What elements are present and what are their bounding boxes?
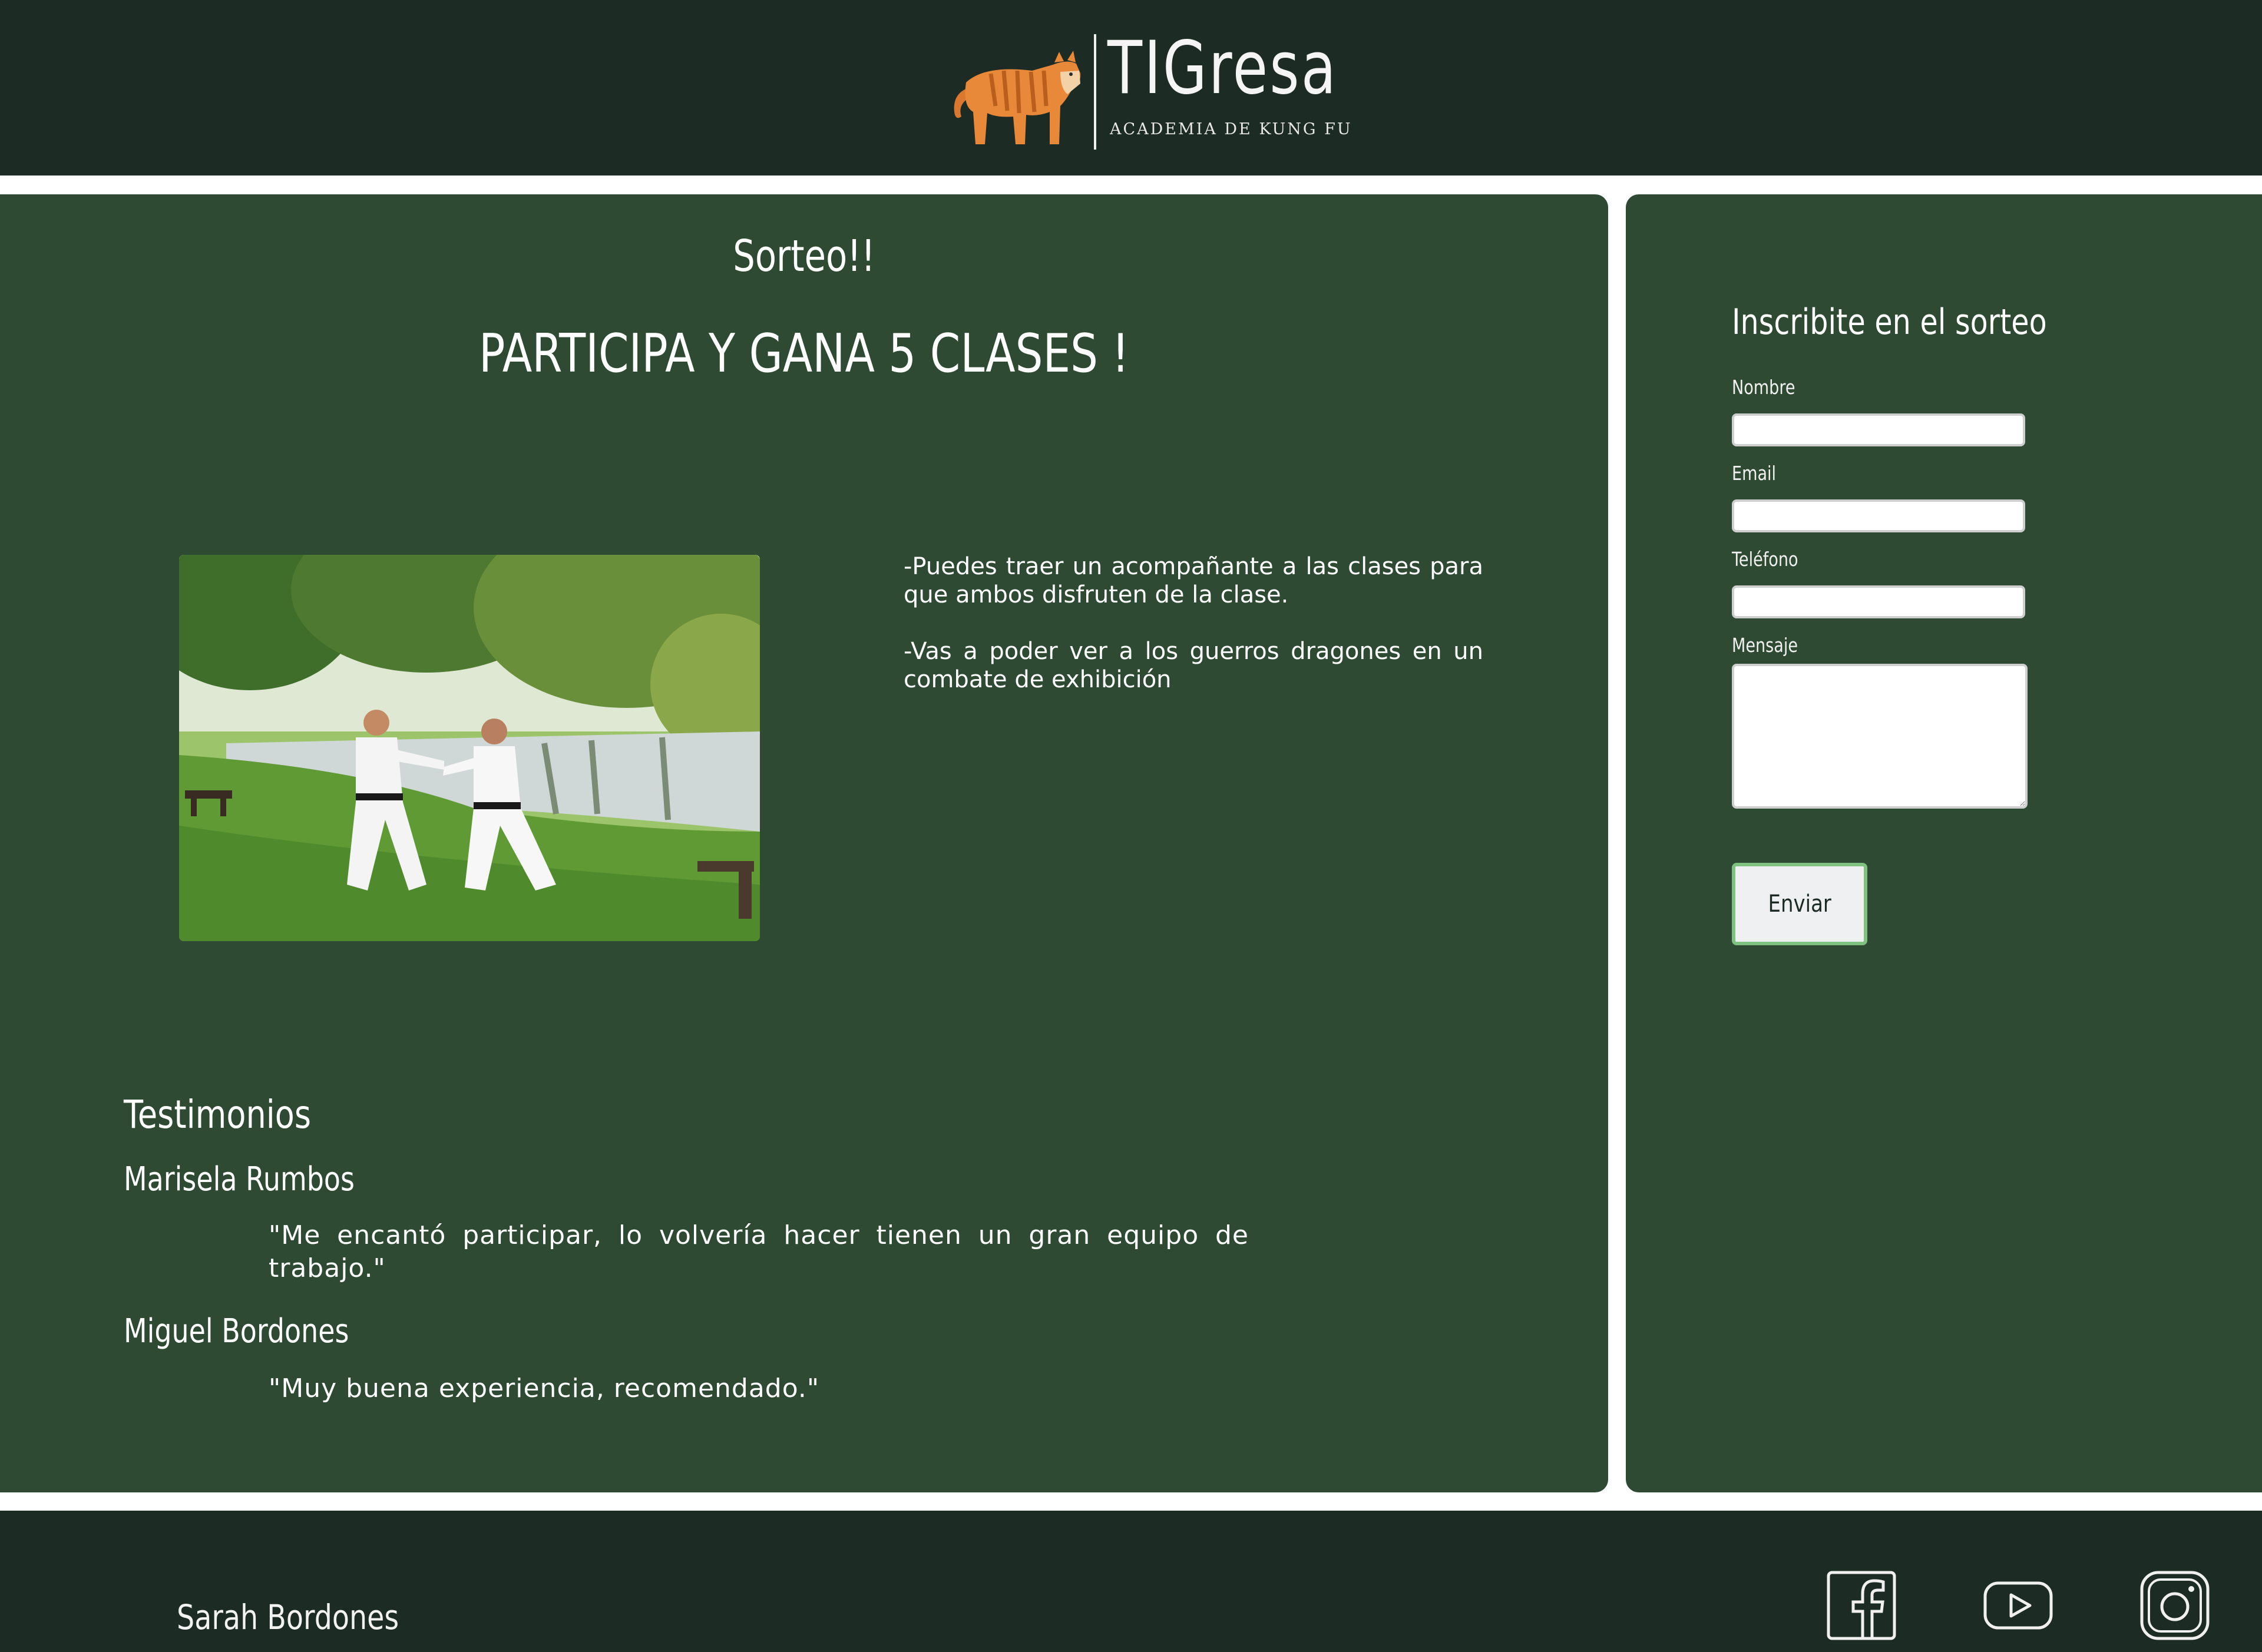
phone-label: Teléfono <box>1732 548 1798 571</box>
logo-wordmark: TIGresa <box>1107 26 1338 111</box>
testimonial-author: Marisela Rumbos <box>124 1160 355 1199</box>
name-label: Nombre <box>1732 376 1795 399</box>
kung-fu-photo <box>179 555 760 941</box>
facebook-icon[interactable] <box>1826 1570 1897 1641</box>
name-field[interactable] <box>1732 413 2025 446</box>
instagram-icon[interactable] <box>2139 1570 2210 1641</box>
benefit-item: -Vas a poder ver a los guerros dragones … <box>904 638 1483 693</box>
testimonial-author: Miguel Bordones <box>124 1312 349 1350</box>
form-title: Inscribite en el sorteo <box>1732 302 2047 343</box>
submit-label: Enviar <box>1768 890 1831 918</box>
promo-benefits: -Puedes traer un acompañante a las clase… <box>904 552 1483 722</box>
submit-button[interactable]: Enviar <box>1732 863 1867 945</box>
testimonial-quote: "Me encantó participar, lo volvería hace… <box>269 1220 1249 1283</box>
footer-author: Sarah Bordones <box>177 1597 399 1637</box>
promo-headline: PARTICIPA Y GANA 5 CLASES ! <box>478 323 1130 385</box>
benefit-item: -Puedes traer un acompañante a las clase… <box>904 553 1483 608</box>
brand-logo[interactable]: TIGresa ACADEMIA DE KUNG FU <box>950 32 1351 152</box>
promo-title: Sorteo!! <box>733 231 875 282</box>
email-field[interactable] <box>1732 499 2025 532</box>
logo-divider <box>1094 34 1096 150</box>
testimonials-heading: Testimonios <box>124 1092 312 1137</box>
message-label: Mensaje <box>1732 634 1798 657</box>
tiger-icon <box>954 51 1081 144</box>
testimonial-quote: "Muy buena experiencia, recomendado." <box>269 1373 820 1403</box>
signup-panel <box>1626 194 2262 1492</box>
email-label: Email <box>1732 462 1777 485</box>
youtube-icon[interactable] <box>1983 1570 2053 1641</box>
site-header: TIGresa ACADEMIA DE KUNG FU <box>0 0 2262 176</box>
logo-subtitle: ACADEMIA DE KUNG FU <box>1110 120 1352 138</box>
message-field[interactable] <box>1732 664 2028 809</box>
phone-field[interactable] <box>1732 585 2025 618</box>
